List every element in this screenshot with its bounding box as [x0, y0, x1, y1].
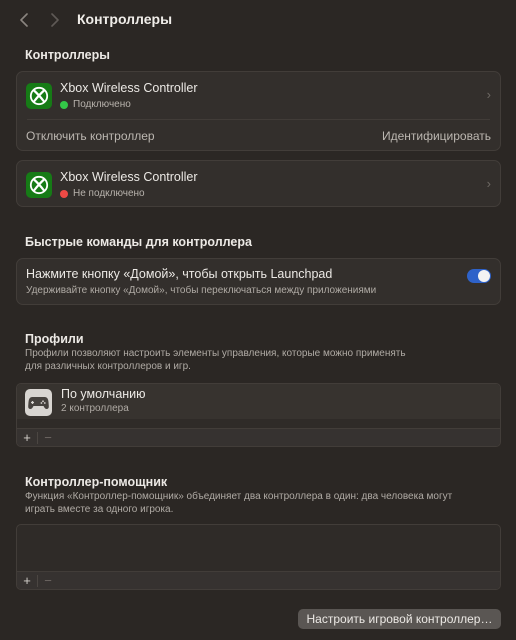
home-shortcut-card: Нажмите кнопку «Домой», чтобы открыть La… — [16, 258, 501, 305]
profiles-description: Профили позволяют настроить элементы упр… — [25, 347, 465, 373]
chevron-right-icon: › — [486, 176, 491, 191]
controller-status: Не подключено — [60, 188, 145, 199]
chevron-right-icon — [51, 13, 59, 27]
add-assistant-button[interactable]: + — [17, 572, 37, 590]
controller-card-disconnected[interactable]: Xbox Wireless Controller Не подключено › — [16, 160, 501, 207]
status-dot — [60, 189, 68, 198]
assistant-description: Функция «Контроллер-помощник» объединяет… — [25, 490, 465, 516]
profiles-description-line: Профили позволяют настроить элементы упр… — [25, 348, 406, 359]
remove-assistant-button[interactable]: − — [38, 572, 58, 590]
forward-button[interactable] — [44, 9, 66, 31]
controller-status: Подключено — [60, 99, 131, 110]
back-button[interactable] — [13, 9, 35, 31]
toggle-knob — [478, 270, 490, 282]
chevron-right-icon: › — [486, 87, 491, 102]
profiles-list: По умолчанию 2 контроллера + − — [16, 383, 501, 447]
profile-subtitle: 2 контроллера — [61, 403, 129, 414]
profile-item-default[interactable]: По умолчанию 2 контроллера — [17, 384, 500, 419]
status-text: Не подключено — [73, 188, 145, 199]
home-shortcut-subtitle: Удерживайте кнопку «Домой», чтобы перекл… — [26, 285, 377, 296]
home-shortcut-title: Нажмите кнопку «Домой», чтобы открыть La… — [26, 267, 333, 281]
xbox-logo-icon — [26, 172, 52, 198]
remove-profile-button[interactable]: − — [38, 429, 58, 447]
controller-name: Xbox Wireless Controller — [60, 170, 198, 184]
controller-row-1[interactable]: Xbox Wireless Controller Подключено › — [17, 72, 500, 118]
assistant-section-title: Контроллер-помощник — [25, 475, 168, 489]
controller-name: Xbox Wireless Controller — [60, 81, 198, 95]
configure-controller-button[interactable]: Настроить игровой контроллер… — [298, 609, 501, 629]
home-shortcut-toggle[interactable] — [467, 269, 491, 283]
assistant-list: + − — [16, 524, 501, 590]
controller-card-connected: Xbox Wireless Controller Подключено › От… — [16, 71, 501, 151]
shortcuts-section-title: Быстрые команды для контроллера — [25, 235, 252, 249]
title-bar: Контроллеры — [0, 0, 516, 40]
status-dot — [60, 100, 68, 109]
xbox-logo-icon — [26, 83, 52, 109]
chevron-left-icon — [20, 13, 28, 27]
divider — [27, 119, 490, 120]
identify-button[interactable]: Идентифицировать — [382, 129, 491, 143]
profile-name: По умолчанию — [61, 387, 146, 401]
controllers-section-title: Контроллеры — [25, 48, 110, 62]
page-title: Контроллеры — [77, 11, 173, 27]
profiles-section-title: Профили — [25, 332, 84, 346]
status-text: Подключено — [73, 99, 131, 110]
gamepad-icon — [25, 389, 52, 416]
add-profile-button[interactable]: + — [17, 429, 37, 447]
profiles-list-footer: + − — [17, 428, 500, 446]
assistant-description-line: Функция «Контроллер-помощник» объединяет… — [25, 491, 453, 502]
assistant-description-line: играть вместе за одного игрока. — [25, 504, 174, 515]
disconnect-controller-button[interactable]: Отключить контроллер — [26, 129, 155, 143]
profiles-description-line: для различных контроллеров и игр. — [25, 361, 191, 372]
assistant-list-footer: + − — [17, 571, 500, 589]
